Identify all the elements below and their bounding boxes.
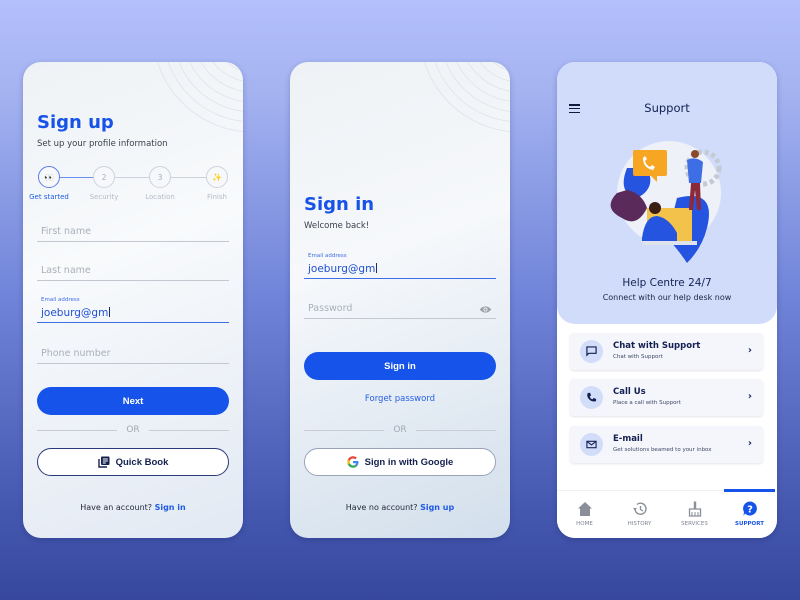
step-security[interactable]: 2 Security	[90, 166, 118, 201]
divider-line	[416, 430, 496, 431]
support-header: Support Help Centre 24/7 Connect with ou…	[557, 62, 777, 324]
chevron-right-icon: ›	[747, 345, 752, 356]
step-label: Finish	[207, 193, 227, 201]
or-divider: OR	[37, 425, 229, 435]
step-number: 2	[93, 166, 115, 188]
card-subtitle: Get solutions beamed to your inbox	[613, 447, 712, 453]
tab-history[interactable]: HISTORY	[612, 491, 667, 538]
google-sign-in-button[interactable]: Sign in with Google	[304, 448, 496, 476]
sign-in-link[interactable]: Sign in	[155, 503, 186, 512]
signup-prompt: Have no account? Sign up	[290, 503, 510, 512]
quick-book-button[interactable]: Quick Book	[37, 448, 229, 476]
eye-icon[interactable]	[479, 305, 492, 314]
divider-line	[149, 430, 229, 431]
step-finish[interactable]: ✨ Finish	[205, 166, 229, 201]
first-name-field[interactable]: First name	[37, 214, 229, 242]
footer-text: Have an account?	[80, 503, 153, 512]
support-screen: Support Help Centre 24/7 Connect with ou…	[557, 62, 777, 538]
svg-text:?: ?	[747, 505, 753, 516]
or-divider: OR	[304, 425, 496, 435]
help-desk-illustration	[610, 141, 722, 263]
card-title: E-mail	[613, 434, 643, 444]
decorative-arcs	[424, 62, 510, 132]
tab-support[interactable]: ? SUPPORT	[722, 489, 777, 538]
chat-icon	[580, 340, 603, 363]
card-subtitle: Place a call with Support	[613, 400, 681, 406]
tab-label: SUPPORT	[735, 521, 764, 527]
signin-prompt: Have an account? Sign in	[23, 503, 243, 512]
google-label: Sign in with Google	[364, 456, 454, 468]
signin-screen: Sign in Welcome back! Email address joeb…	[290, 62, 510, 538]
footer-text: Have no account?	[345, 503, 418, 512]
step-label: Location	[145, 193, 175, 201]
broom-icon	[688, 501, 701, 517]
help-centre-subtitle: Connect with our help desk now	[602, 293, 732, 302]
book-stack-icon	[97, 456, 110, 468]
home-icon	[577, 502, 592, 516]
progress-stepper: 👀 Get started 2 Security 3 Location ✨ Fi…	[29, 166, 231, 202]
email-field[interactable]: Email address joeburg@gm	[304, 251, 496, 279]
help-centre-title: Help Centre 24/7	[622, 277, 712, 289]
email-value: joeburg@gm	[308, 263, 376, 275]
eyes-icon: 👀	[38, 166, 60, 188]
email-card[interactable]: E-mail Get solutions beamed to your inbo…	[570, 426, 763, 463]
phone-placeholder: Phone number	[41, 348, 111, 359]
page-title: Sign in	[304, 194, 375, 215]
first-name-placeholder: First name	[41, 226, 91, 237]
phone-field[interactable]: Phone number	[37, 336, 229, 364]
call-us-card[interactable]: Call Us Place a call with Support ›	[570, 379, 763, 416]
mail-icon	[580, 433, 603, 456]
last-name-field[interactable]: Last name	[37, 253, 229, 281]
card-title: Chat with Support	[613, 341, 701, 351]
page-subtitle: Welcome back!	[304, 221, 370, 231]
last-name-placeholder: Last name	[41, 265, 91, 276]
chat-support-card[interactable]: Chat with Support Chat with Support ›	[570, 333, 763, 370]
email-field[interactable]: Email address joeburg@gm	[37, 295, 229, 323]
email-label: Email address	[308, 253, 347, 259]
page-title: Sign up	[37, 112, 114, 133]
help-icon: ?	[742, 501, 757, 516]
forget-password-link[interactable]: Forget password	[290, 394, 510, 404]
sign-up-link[interactable]: Sign up	[420, 503, 454, 512]
tab-label: SERVICES	[681, 521, 708, 527]
phone-icon	[580, 386, 603, 409]
tab-services[interactable]: SERVICES	[667, 491, 722, 538]
page-title: Support	[644, 101, 690, 115]
card-title: Call Us	[613, 387, 646, 397]
next-button[interactable]: Next	[37, 387, 229, 415]
email-label: Email address	[41, 297, 80, 303]
google-icon	[346, 456, 359, 468]
step-label: Security	[89, 193, 119, 201]
password-field[interactable]: Password	[304, 291, 496, 319]
chevron-right-icon: ›	[747, 438, 752, 449]
card-subtitle: Chat with Support	[613, 354, 663, 360]
email-value: joeburg@gm	[41, 307, 109, 319]
step-label: Get started	[29, 193, 69, 201]
step-get-started[interactable]: 👀 Get started	[29, 166, 69, 201]
chevron-right-icon: ›	[747, 391, 752, 402]
quick-book-label: Quick Book	[115, 456, 169, 468]
password-placeholder: Password	[308, 303, 353, 314]
history-icon	[632, 502, 647, 515]
step-location[interactable]: 3 Location	[145, 166, 175, 201]
tab-label: HISTORY	[627, 521, 652, 527]
sign-in-button[interactable]: Sign in	[304, 352, 496, 380]
tab-home[interactable]: HOME	[557, 491, 612, 538]
step-number: 3	[149, 166, 171, 188]
sparkles-icon: ✨	[206, 166, 228, 188]
signup-screen: Sign up Set up your profile information …	[23, 62, 243, 538]
page-subtitle: Set up your profile information	[37, 139, 168, 149]
tab-label: HOME	[576, 521, 593, 527]
bottom-tab-bar: HOME HISTORY SERVICES ? SUPPORT	[557, 489, 777, 538]
